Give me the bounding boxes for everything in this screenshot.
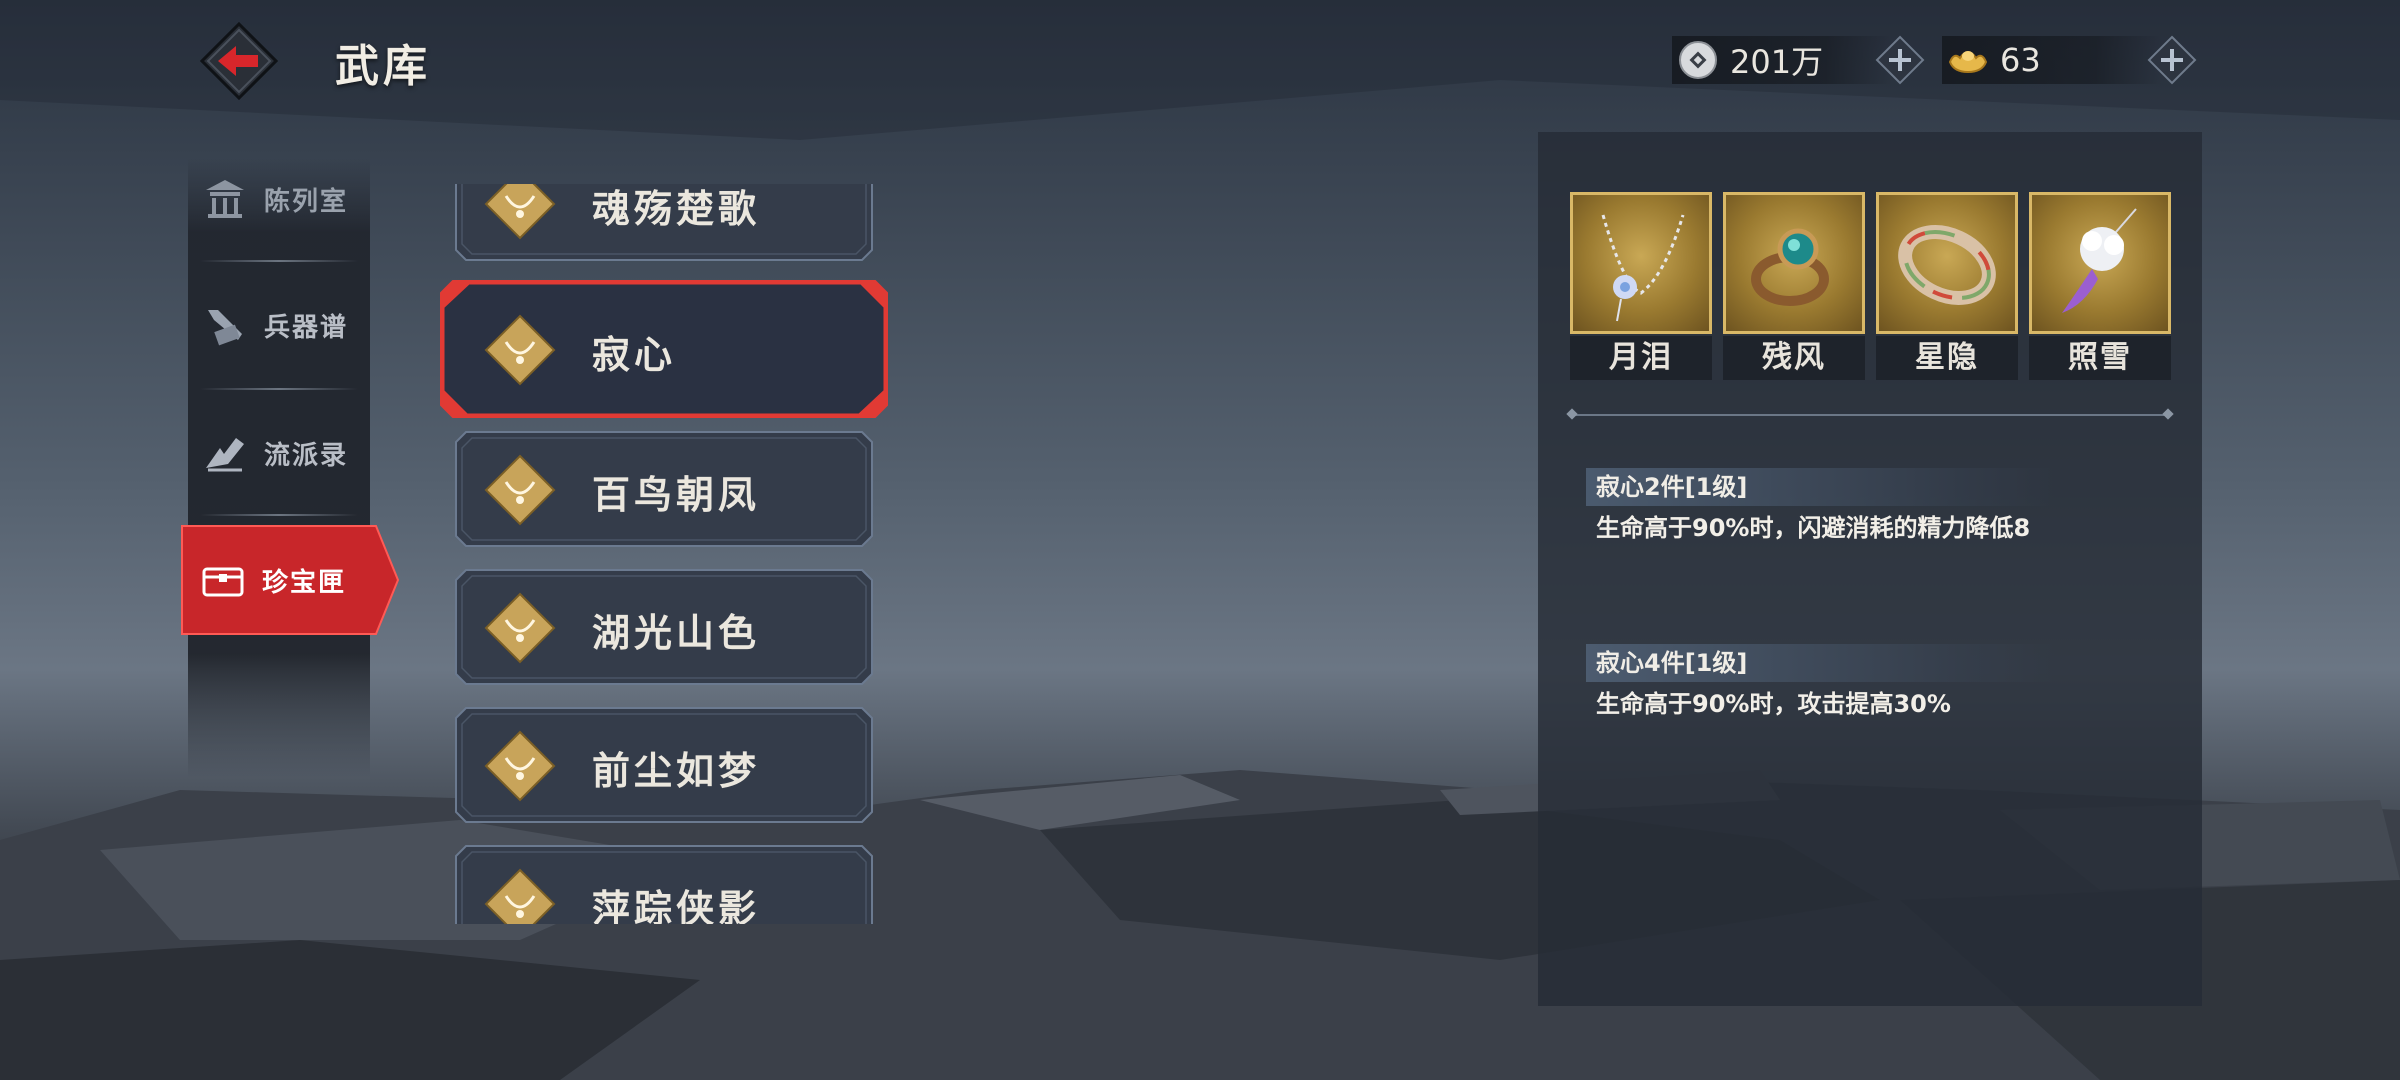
set-piece-image: [2029, 192, 2171, 334]
nav-item-treasure-box[interactable]: 珍宝匣: [176, 524, 400, 636]
nav-label: 陈列室: [264, 186, 349, 217]
set-list[interactable]: 魂殇楚歌 寂心 百鸟朝凤 湖光山色 前尘如梦 萍踪侠影: [440, 184, 900, 924]
nav-item-exhibition-room[interactable]: 陈列室: [188, 140, 370, 258]
nav-label: 珍宝匣: [262, 567, 347, 598]
silver-currency: 201万: [1672, 36, 1892, 84]
set-piece[interactable]: 星隐: [1876, 192, 2018, 380]
set-piece-name: 照雪: [2029, 336, 2171, 380]
school-record-icon: [206, 438, 244, 472]
set-item-label: 百鸟朝凤: [592, 473, 761, 517]
set-detail-panel: 月泪 残风 星隐 照雪 寂心2件[1级] 生命高于90%时，闪避消耗的精力降低8…: [1538, 132, 2202, 1006]
plus-icon: [2147, 35, 2197, 85]
pendant-icon: [2062, 208, 2137, 313]
set-bonus-title: 寂心4件[1级]: [1586, 644, 2056, 682]
set-bonus-title: 寂心2件[1级]: [1586, 468, 2056, 506]
set-piece-name: 星隐: [1876, 336, 2018, 380]
page-title: 武库: [335, 41, 431, 92]
set-piece-name: 残风: [1723, 336, 1865, 380]
necklace-emblem-icon: [484, 592, 556, 664]
set-item[interactable]: 湖光山色: [454, 568, 874, 686]
nav-item-school-record[interactable]: 流派录: [188, 394, 370, 512]
set-item[interactable]: 百鸟朝凤: [454, 430, 874, 548]
set-piece[interactable]: 月泪: [1570, 192, 1712, 380]
set-item[interactable]: 萍踪侠影: [454, 844, 874, 924]
nav-item-weapon-manual[interactable]: 兵器谱: [188, 266, 370, 384]
necklace-emblem-icon: [484, 454, 556, 526]
ring-icon: [1751, 228, 1829, 306]
necklace-icon: [1601, 214, 1685, 322]
set-piece-name: 月泪: [1570, 336, 1712, 380]
set-item[interactable]: 前尘如梦: [454, 706, 874, 824]
set-piece-image: [1876, 192, 2018, 334]
bracelet-icon: [1898, 225, 1996, 305]
nav-divider: [200, 388, 358, 390]
set-piece[interactable]: 照雪: [2029, 192, 2171, 380]
set-bonus-description: 生命高于90%时，攻击提高30%: [1596, 690, 1951, 718]
nav-label: 兵器谱: [264, 312, 349, 343]
set-item[interactable]: 魂殇楚歌: [454, 184, 874, 262]
panel-divider: [1572, 414, 2168, 416]
set-piece-image: [1723, 192, 1865, 334]
back-button[interactable]: [199, 21, 279, 101]
set-item-label: 萍踪侠影: [592, 887, 761, 924]
silver-coin-icon: [1679, 41, 1717, 79]
necklace-emblem-icon: [484, 868, 556, 924]
set-item-label: 湖光山色: [592, 611, 761, 655]
add-silver-button[interactable]: [1874, 34, 1926, 86]
set-bonus-description: 生命高于90%时，闪避消耗的精力降低8: [1596, 514, 2031, 542]
set-piece-image: [1570, 192, 1712, 334]
gold-ingot-icon: [1948, 51, 1988, 74]
gold-amount: 63: [2000, 41, 2041, 79]
set-piece[interactable]: 残风: [1723, 192, 1865, 380]
set-item-label: 魂殇楚歌: [592, 187, 761, 231]
nav-divider: [200, 514, 358, 516]
nav-divider: [200, 260, 358, 262]
set-item-selected[interactable]: 寂心: [440, 280, 888, 418]
silver-amount: 201万: [1730, 43, 1824, 81]
necklace-emblem-icon: [484, 314, 556, 386]
set-item-label: 寂心: [592, 333, 677, 377]
weapon-scroll-icon: [208, 310, 242, 346]
gold-currency: 63: [1942, 36, 2162, 84]
treasure-chest-icon: [202, 567, 244, 597]
nav-label: 流派录: [264, 440, 349, 471]
pavilion-icon: [206, 180, 244, 218]
back-arrow-icon: [199, 21, 279, 101]
necklace-emblem-icon: [484, 184, 556, 240]
set-item-label: 前尘如梦: [592, 749, 761, 793]
necklace-emblem-icon: [484, 730, 556, 802]
add-gold-button[interactable]: [2146, 34, 2198, 86]
plus-icon: [1875, 35, 1925, 85]
